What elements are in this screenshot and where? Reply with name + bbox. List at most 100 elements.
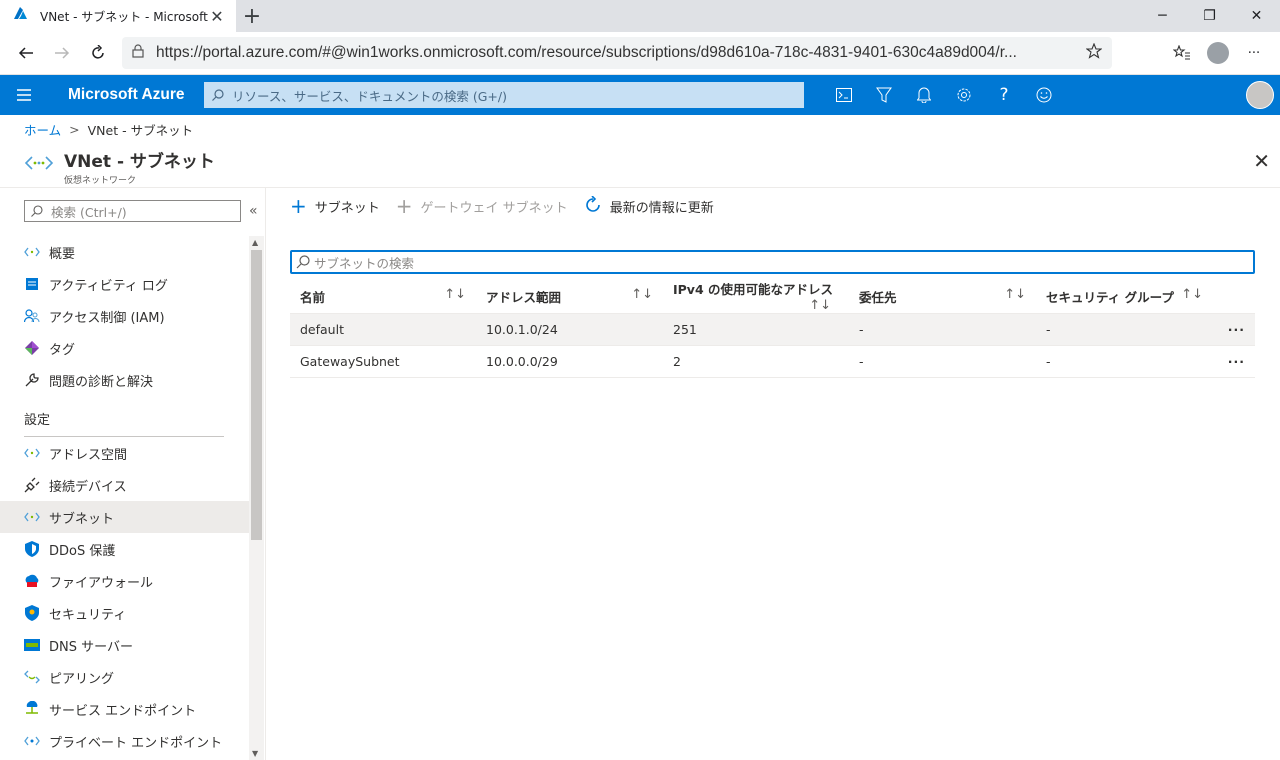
address-bar-row: https://portal.azure.com/#@win1works.onm… [0,32,1280,75]
scroll-up-icon[interactable]: ▲ [252,238,258,247]
search-icon [212,89,224,101]
column-header-security-group[interactable]: セキュリティ グループ ↑↓ [1036,279,1213,314]
refresh-button[interactable]: 最新の情報に更新 [584,194,714,217]
search-icon [31,205,43,217]
help-question-icon[interactable]: ? [984,75,1024,115]
cell-name[interactable]: GatewaySubnet [290,345,476,378]
browser-menu-icon[interactable]: ··· [1236,35,1272,71]
refresh-icon [584,194,602,217]
firewall-icon [24,573,40,589]
cell-name[interactable]: default [290,313,476,346]
page-title: VNet - サブネット [64,152,215,172]
cell-delegated: - [849,345,1036,378]
menu-search-input[interactable]: 検索 (Ctrl+/) [24,200,241,222]
sidebar-item-label: 接続デバイス [49,479,127,495]
column-header-address-range[interactable]: アドレス範囲 ↑↓ [476,279,663,314]
sidebar-item-ddos[interactable]: DDoS 保護 [0,533,249,565]
sidebar-item-firewall[interactable]: ファイアウォール [0,565,249,597]
sidebar-item-address-space[interactable]: アドレス空間 [0,437,249,469]
global-search-input[interactable]: リソース、サービス、ドキュメントの検索 (G+/) [204,82,804,108]
cloud-shell-icon[interactable] [824,75,864,115]
address-space-icon [24,445,40,461]
sidebar-item-label: DNS サーバー [49,639,133,655]
service-endpoint-icon [24,701,40,717]
favorites-icon[interactable] [1164,35,1200,71]
azure-header: Microsoft Azure リソース、サービス、ドキュメントの検索 (G+/… [0,75,1280,115]
cell-nsg: - [1036,345,1213,378]
sidebar-item-peering[interactable]: ピアリング [0,661,249,693]
sidebar-item-label: サブネット [49,511,115,527]
sidebar-item-label: セキュリティ [49,607,127,623]
sidebar-item-connected-devices[interactable]: 接続デバイス [0,469,249,501]
browser-tab[interactable]: VNet - サブネット - Microsoft Azure ✕ [0,0,236,32]
sidebar-item-security[interactable]: セキュリティ [0,597,249,629]
restore-button[interactable]: ❐ [1186,0,1233,32]
sidebar-item-label: タグ [49,342,76,358]
reload-button[interactable] [80,35,116,71]
favorite-star-icon[interactable] [1085,42,1103,63]
resource-menu: 検索 (Ctrl+/) « 概要 アクティビティ ログ アクセス制御 (IAM)… [0,188,266,760]
sidebar-item-label: サービス エンドポイント [49,703,197,719]
scroll-down-icon[interactable]: ▼ [252,749,258,758]
sidebar-item-activity-log[interactable]: アクティビティ ログ [0,268,249,300]
new-tab-button[interactable]: + [236,0,268,32]
back-button[interactable] [8,35,44,71]
profile-avatar[interactable] [1200,35,1236,71]
sidebar-scrollbar[interactable]: ▲ ▼ [249,236,264,760]
column-header-available-ipv4[interactable]: IPv4 の使用可能なアドレス ↑↓ [663,279,849,314]
forward-button[interactable] [44,35,80,71]
url-text: https://portal.azure.com/#@win1works.onm… [156,44,1017,61]
cell-available: 2 [663,345,849,378]
account-avatar[interactable] [1240,75,1280,115]
row-more-icon[interactable]: ··· [1213,313,1255,346]
subnets-table: 名前 ↑↓ アドレス範囲 ↑↓ IPv4 の使用可能なアドレス ↑↓ 委任先 ↑↓ セキ… [290,279,1255,378]
sidebar-item-label: アドレス空間 [49,447,128,463]
notifications-bell-icon[interactable] [904,75,944,115]
sort-icon: ↑↓ [631,286,653,302]
minimize-button[interactable]: ─ [1139,0,1186,32]
sidebar-item-subnets[interactable]: サブネット [0,501,249,533]
hamburger-menu-icon[interactable] [0,75,48,115]
breadcrumb-home-link[interactable]: ホーム [24,120,61,139]
column-header-delegated-to[interactable]: 委任先 ↑↓ [849,279,1036,314]
breadcrumb: ホーム > VNet - サブネット [0,115,1280,143]
directory-filter-icon[interactable] [864,75,904,115]
tag-icon [24,340,40,356]
search-icon [296,255,310,269]
table-row[interactable]: default 10.0.1.0/24 251 - - ··· [290,313,1255,346]
feedback-smiley-icon[interactable] [1024,75,1064,115]
sidebar-item-dns[interactable]: DNS サーバー [0,629,249,661]
sidebar-item-label: DDoS 保護 [49,543,116,559]
page-subtitle: 仮想ネットワーク [64,176,137,186]
sort-icon: ↑↓ [809,298,831,313]
add-subnet-button[interactable]: + サブネット [290,196,380,216]
sidebar-item-diagnose[interactable]: 問題の診断と解決 [0,364,249,396]
scroll-thumb[interactable] [251,250,262,540]
add-gateway-subnet-label: ゲートウェイ サブネット [420,200,568,216]
column-header-name[interactable]: 名前 ↑↓ [290,279,476,314]
sidebar-item-service-endpoints[interactable]: サービス エンドポイント [0,693,249,725]
add-gateway-subnet-button[interactable]: + ゲートウェイ サブネット [396,196,568,216]
table-row[interactable]: GatewaySubnet 10.0.0.0/29 2 - - ··· [290,345,1255,378]
tab-close-icon[interactable]: ✕ [208,7,226,26]
collapse-menu-icon[interactable]: « [249,203,258,219]
subnet-icon [24,509,40,525]
sidebar-item-private-endpoints[interactable]: プライベート エンドポイント [0,725,249,757]
menu-search-placeholder: 検索 (Ctrl+/) [51,204,127,220]
cell-nsg: - [1036,313,1213,346]
sidebar-item-tags[interactable]: タグ [0,332,249,364]
settings-gear-icon[interactable] [944,75,984,115]
plus-icon: + [290,194,307,218]
url-field[interactable]: https://portal.azure.com/#@win1works.onm… [122,37,1112,69]
azure-brand[interactable]: Microsoft Azure [68,86,204,104]
sidebar-item-overview[interactable]: 概要 [0,236,249,268]
cell-address-range: 10.0.1.0/24 [476,313,663,346]
blade-close-icon[interactable]: ✕ [1253,149,1270,173]
global-search-placeholder: リソース、サービス、ドキュメントの検索 (G+/) [232,88,507,104]
subnet-search-input[interactable]: サブネットの検索 [290,250,1255,274]
window-close-button[interactable]: ✕ [1233,0,1280,32]
sidebar-item-iam[interactable]: アクセス制御 (IAM) [0,300,249,332]
row-more-icon[interactable]: ··· [1213,345,1255,378]
activity-log-icon [24,276,40,292]
iam-icon [24,308,40,324]
